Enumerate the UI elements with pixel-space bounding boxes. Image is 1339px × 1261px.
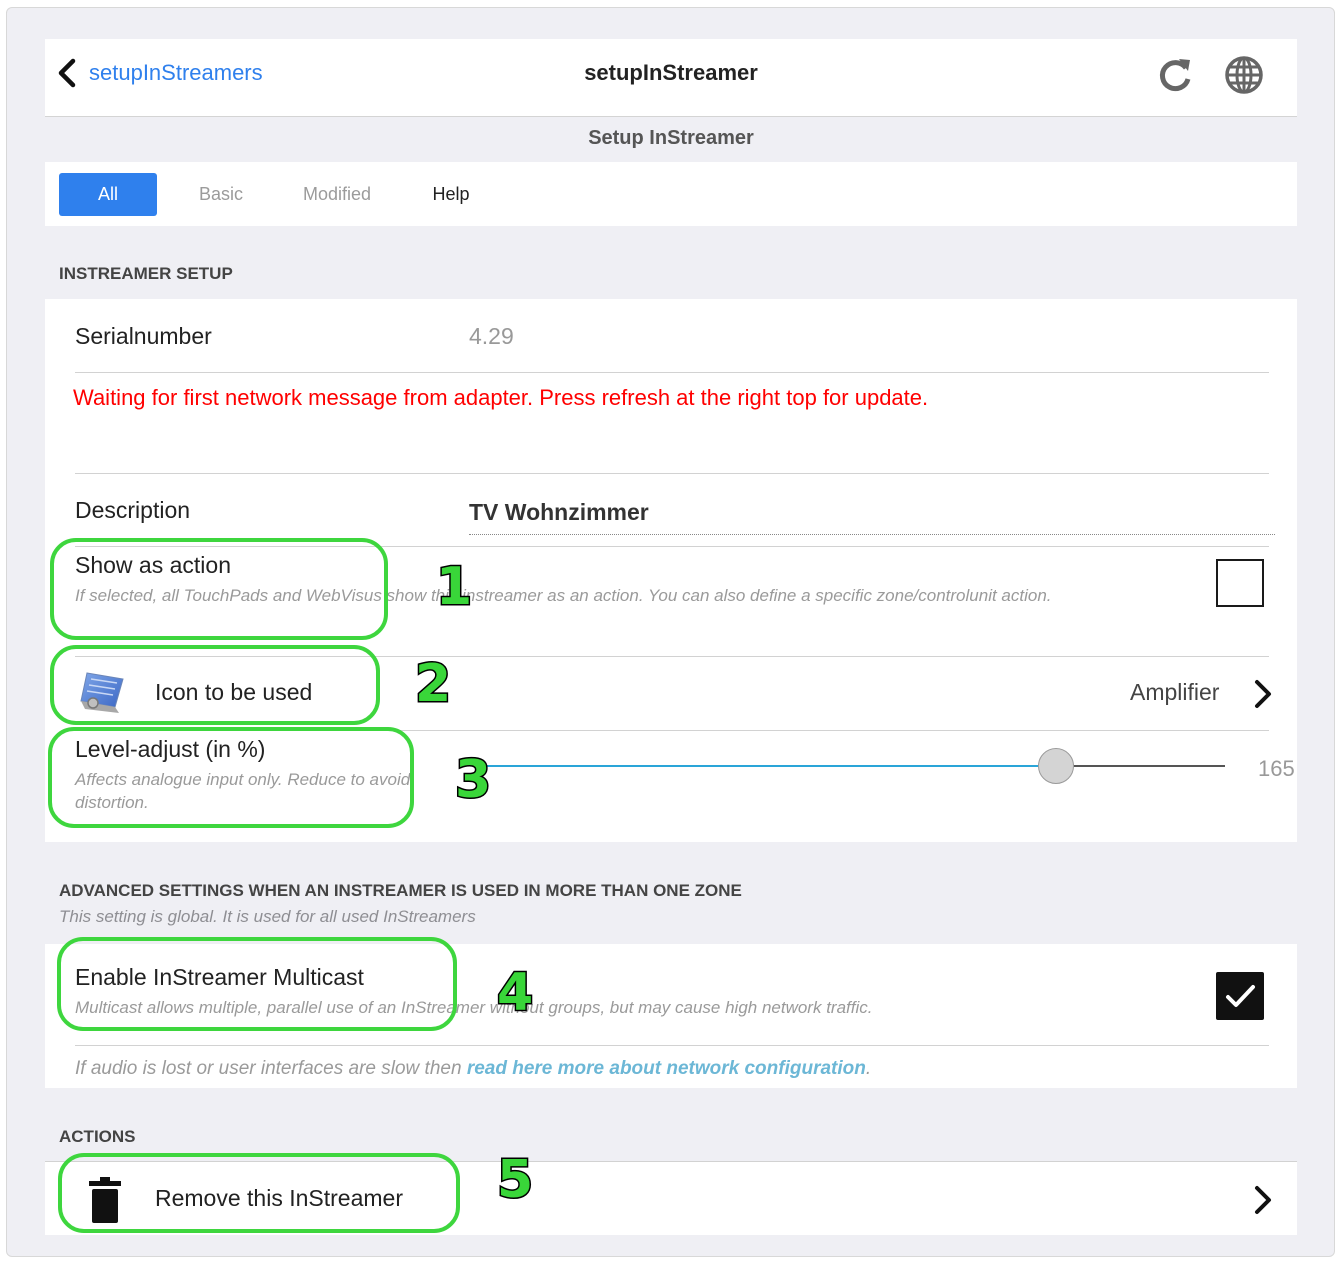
level-adjust-value: 165 bbox=[1258, 756, 1295, 781]
slider-thumb[interactable] bbox=[1038, 748, 1074, 784]
multicast-checkbox[interactable] bbox=[1216, 972, 1264, 1020]
description-input[interactable]: TV Wohnzimmer bbox=[469, 499, 1275, 535]
divider bbox=[75, 730, 1269, 731]
page-title: setupInStreamer bbox=[584, 60, 758, 85]
tab-all[interactable]: All bbox=[59, 173, 157, 216]
serialnumber-label: Serialnumber bbox=[75, 323, 212, 349]
multicast-label: Enable InStreamer Multicast bbox=[75, 964, 364, 990]
nav-bar: setupInStreamers setupInStreamer bbox=[45, 39, 1297, 117]
advanced-card: Enable InStreamer Multicast Multicast al… bbox=[45, 944, 1297, 1088]
chevron-right-icon bbox=[1255, 680, 1271, 708]
chevron-right-icon bbox=[1255, 1186, 1271, 1214]
level-adjust-slider[interactable] bbox=[475, 748, 1225, 784]
tab-modified[interactable]: Modified bbox=[291, 173, 383, 216]
setup-card: Serialnumber 4.29 Waiting for first netw… bbox=[45, 299, 1297, 842]
divider bbox=[75, 473, 1269, 474]
tab-help[interactable]: Help bbox=[421, 173, 481, 216]
remove-instreamer-row[interactable]: Remove this InStreamer bbox=[45, 1161, 1297, 1235]
refresh-icon[interactable] bbox=[1155, 55, 1195, 95]
checkmark-icon bbox=[1226, 985, 1255, 1007]
show-as-action-checkbox[interactable] bbox=[1216, 559, 1264, 607]
trash-icon bbox=[89, 1177, 121, 1223]
network-note: If audio is lost or user interfaces are … bbox=[75, 1057, 1255, 1080]
subheader-title: Setup InStreamer bbox=[588, 127, 754, 149]
divider bbox=[75, 1045, 1269, 1046]
slider-track-inactive bbox=[1074, 765, 1225, 767]
settings-panel: setupInStreamers setupInStreamer Setup I… bbox=[45, 39, 1297, 1235]
level-adjust-description: Affects analogue input only. Reduce to a… bbox=[75, 770, 411, 812]
tab-bar: All Basic Modified Help bbox=[45, 162, 1297, 226]
remove-instreamer-label: Remove this InStreamer bbox=[155, 1185, 403, 1211]
tab-basic[interactable]: Basic bbox=[183, 173, 259, 216]
description-label: Description bbox=[75, 497, 191, 523]
show-as-action-description: If selected, all TouchPads and WebVisus … bbox=[75, 586, 1052, 605]
globe-icon[interactable] bbox=[1224, 55, 1264, 95]
icon-value: Amplifier bbox=[1130, 679, 1220, 705]
section-subtitle-advanced: This setting is global. It is used for a… bbox=[59, 907, 476, 926]
multicast-description: Multicast allows multiple, parallel use … bbox=[75, 998, 873, 1017]
show-as-action-label: Show as action bbox=[75, 552, 231, 578]
icon-to-be-used-label: Icon to be used bbox=[155, 679, 313, 705]
amplifier-icon bbox=[80, 672, 124, 713]
icon-to-be-used-row[interactable]: Icon to be used Amplifier bbox=[45, 657, 1297, 729]
slider-track-active bbox=[475, 765, 1038, 767]
level-adjust-label: Level-adjust (in %) bbox=[75, 736, 266, 762]
warning-message: Waiting for first network message from a… bbox=[73, 385, 929, 410]
network-note-prefix: If audio is lost or user interfaces are … bbox=[75, 1058, 467, 1079]
section-header-setup: INSTREAMER SETUP bbox=[59, 264, 233, 283]
divider bbox=[75, 372, 1269, 373]
divider bbox=[75, 546, 1269, 547]
section-header-actions: ACTIONS bbox=[59, 1127, 136, 1146]
network-note-suffix: . bbox=[865, 1058, 872, 1079]
subheader: Setup InStreamer bbox=[45, 117, 1297, 162]
serialnumber-value: 4.29 bbox=[469, 323, 514, 349]
network-configuration-link[interactable]: read here more about network configurati… bbox=[467, 1058, 866, 1079]
section-header-advanced: ADVANCED SETTINGS WHEN AN INSTREAMER IS … bbox=[59, 881, 742, 900]
